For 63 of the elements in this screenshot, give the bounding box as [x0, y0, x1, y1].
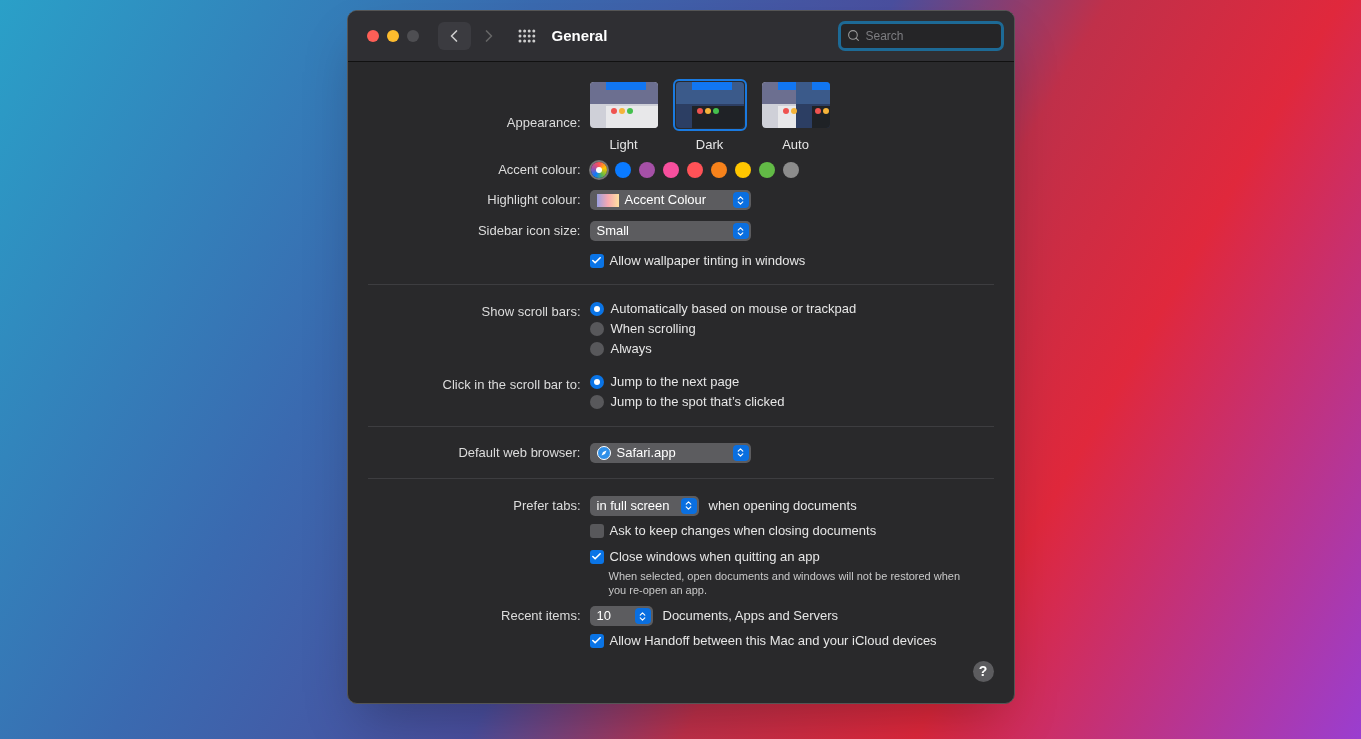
- radio-button[interactable]: [589, 321, 604, 336]
- radio-label: Jump to the spot that’s clicked: [610, 392, 785, 411]
- popup-button[interactable]: Safari.app: [589, 442, 751, 463]
- accent-swatch[interactable]: [662, 161, 679, 178]
- appearance-label: Light: [609, 136, 638, 154]
- stepper-icon: [732, 223, 749, 239]
- search-field[interactable]: Search: [837, 21, 1004, 51]
- appearance-label: Auto: [782, 136, 809, 154]
- setting-label: Appearance:: [506, 114, 581, 132]
- setting-label: Sidebar icon size:: [477, 222, 581, 241]
- checkbox-label: Allow Handoff between this Mac and your iCloud devices: [609, 631, 937, 650]
- stepper-icon: [680, 497, 697, 514]
- highlight-swatch-icon: [596, 193, 619, 207]
- checkbox[interactable]: [589, 633, 604, 648]
- close-button[interactable]: [366, 30, 379, 42]
- accent-swatch[interactable]: [782, 161, 799, 178]
- compass-icon: [596, 445, 611, 460]
- popup-button[interactable]: Small: [589, 221, 751, 241]
- radio-button[interactable]: [589, 394, 604, 409]
- checkbox[interactable]: [589, 253, 604, 268]
- accent-swatch[interactable]: [758, 161, 775, 178]
- stepper-icon: [732, 192, 749, 208]
- setting-label: Recent items:: [501, 607, 581, 626]
- radio-label: Always: [610, 339, 652, 358]
- accent-swatch[interactable]: [638, 161, 655, 178]
- accent-swatch[interactable]: [710, 161, 727, 178]
- radio-button[interactable]: [589, 374, 604, 389]
- setting-label: Accent colour:: [498, 160, 581, 179]
- accent-swatch[interactable]: [614, 161, 631, 178]
- radio-label: Automatically based on mouse or trackpad: [610, 299, 857, 318]
- accent-swatch[interactable]: [590, 161, 607, 178]
- radio-label: When scrolling: [610, 319, 696, 338]
- setting-label: Show scroll bars:: [481, 302, 581, 321]
- stepper-icon: [634, 608, 651, 624]
- checkbox[interactable]: [589, 549, 604, 564]
- appearance-thumbnail[interactable]: [672, 79, 747, 131]
- radio-button[interactable]: [589, 301, 604, 316]
- setting-label: Highlight colour:: [487, 191, 581, 210]
- checkbox-label: Allow wallpaper tinting in windows: [609, 251, 806, 270]
- back-button[interactable]: [437, 22, 471, 50]
- setting-suffix: Documents, Apps and Servers: [662, 607, 839, 626]
- checkbox-label: Ask to keep changes when closing documents: [609, 522, 877, 541]
- setting-note: When selected, open documents and windows will not be restored when you re-open an app.: [607, 568, 962, 597]
- minimize-button[interactable]: [386, 30, 399, 42]
- popup-button[interactable]: in full screen: [589, 495, 699, 516]
- checkbox-label: Close windows when quitting an app: [609, 547, 820, 566]
- accent-swatch[interactable]: [734, 161, 751, 178]
- radio-button[interactable]: [589, 341, 604, 356]
- popup-button[interactable]: Accent Colour: [589, 190, 751, 210]
- stepper-icon: [732, 444, 749, 461]
- setting-label: Default web browser:: [458, 443, 581, 462]
- window-title: General: [551, 25, 608, 46]
- setting-suffix: when opening documents: [708, 496, 857, 515]
- search-icon: [846, 29, 860, 42]
- setting-label: Prefer tabs:: [513, 496, 581, 515]
- help-button[interactable]: ?: [972, 660, 994, 682]
- accent-swatch[interactable]: [686, 161, 703, 178]
- checkbox[interactable]: [589, 524, 604, 538]
- appearance-label: Dark: [695, 136, 724, 154]
- setting-label: Click in the scroll bar to:: [442, 375, 581, 394]
- popup-button[interactable]: 10: [589, 606, 653, 626]
- radio-label: Jump to the next page: [610, 372, 740, 391]
- grid-icon[interactable]: [517, 29, 536, 43]
